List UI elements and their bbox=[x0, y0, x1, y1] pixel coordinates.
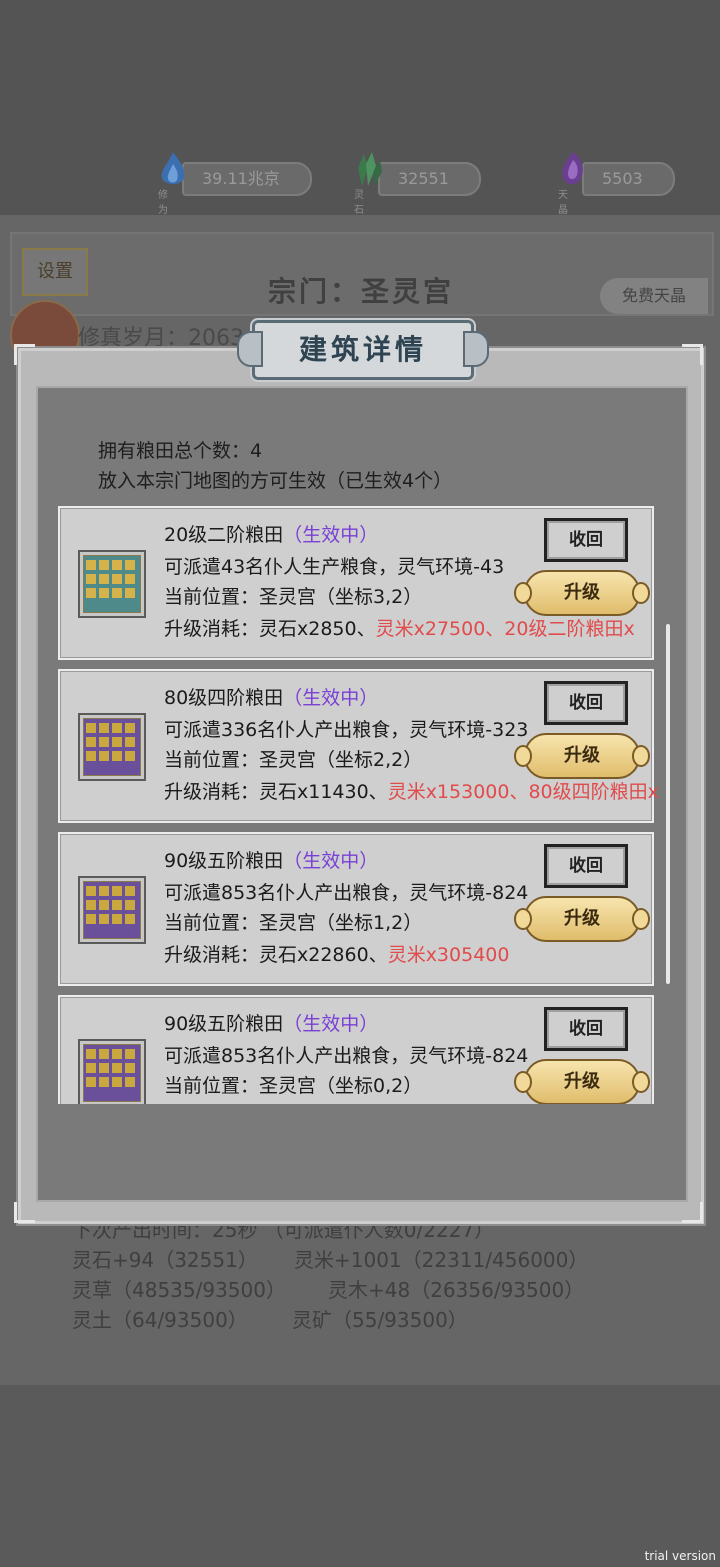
cost-stone: 升级消耗：灵石x2850、 bbox=[164, 618, 376, 640]
field-status: （生效中） bbox=[283, 1013, 379, 1035]
stat-wood: 灵木+48（26356/93500） bbox=[328, 1278, 585, 1302]
cost-insufficient: 灵米x305400 bbox=[387, 944, 510, 966]
field-status: （生效中） bbox=[283, 524, 379, 546]
list-scrollbar[interactable] bbox=[666, 624, 670, 984]
field-name: 90级五阶粮田 bbox=[164, 1013, 284, 1035]
field-status: （生效中） bbox=[283, 850, 379, 872]
resource-value: 5503 bbox=[582, 162, 675, 196]
field-status: （生效中） bbox=[283, 687, 379, 709]
upgrade-button[interactable]: 升级 bbox=[514, 733, 650, 779]
sky-crystal-icon bbox=[562, 152, 583, 185]
cultivation-flame-icon bbox=[161, 152, 185, 184]
modal-corner bbox=[14, 1202, 35, 1223]
field-title: 80级四阶粮田（生效中） bbox=[164, 685, 378, 711]
recall-button[interactable]: 收回 bbox=[544, 518, 628, 562]
recall-button[interactable]: 收回 bbox=[544, 1007, 628, 1051]
resource-caption: 修为 bbox=[158, 190, 168, 216]
field-title: 90级五阶粮田（生效中） bbox=[164, 1011, 378, 1037]
field-description: 可派遣43名仆人生产粮食，灵气环境-43 bbox=[164, 556, 505, 578]
resource-caption: 天晶 bbox=[558, 190, 568, 216]
sect-title: 宗门：圣灵宫 bbox=[268, 275, 455, 308]
field-description: 可派遣336名仆人产出粮食，灵气环境-323 bbox=[164, 719, 529, 741]
field-title: 20级二阶粮田（生效中） bbox=[164, 522, 378, 548]
field-summary: 拥有粮田总个数：4 放入本宗门地图的方可生效（已生效4个） bbox=[98, 436, 452, 496]
field-location: 当前位置：圣灵宫（坐标0,2） bbox=[164, 1075, 423, 1097]
stat-herb: 灵草（48535/93500） bbox=[72, 1278, 286, 1302]
cost-insufficient: 灵米x27500、20级二阶粮田x bbox=[375, 618, 635, 640]
field-count: 拥有粮田总个数：4 bbox=[98, 440, 263, 462]
grain-field-icon bbox=[78, 876, 146, 944]
bottom-area bbox=[0, 1385, 720, 1567]
field-upgrade-cost: 升级消耗：灵石x2850、灵米x27500、20级二阶粮田x bbox=[164, 616, 635, 642]
field-upgrade-cost: 升级消耗：灵石x11430、灵米x153000、80级四阶粮田x bbox=[164, 779, 658, 805]
upgrade-button[interactable]: 升级 bbox=[514, 1059, 650, 1104]
trial-watermark: trial version bbox=[644, 1549, 716, 1563]
field-card: 90级五阶粮田（生效中） 可派遣853名仆人产出粮食，灵气环境-824 当前位置… bbox=[58, 995, 654, 1104]
cost-stone: 升级消耗：灵石x11430、 bbox=[164, 781, 388, 803]
resource-value: 39.11兆京 bbox=[182, 162, 312, 196]
upgrade-button[interactable]: 升级 bbox=[514, 570, 650, 616]
stat-soil: 灵土（64/93500） bbox=[72, 1308, 248, 1332]
stat-rice: 灵米+1001（22311/456000） bbox=[294, 1248, 589, 1272]
cost-stone: 升级消耗：灵石x22860、 bbox=[164, 944, 388, 966]
field-location: 当前位置：圣灵宫（坐标3,2） bbox=[164, 586, 423, 608]
spirit-stone-icon bbox=[358, 152, 382, 186]
field-name: 90级五阶粮田 bbox=[164, 850, 284, 872]
sect-stats: 下次产出时间：25秒 （可派遣仆人数0/2227） 灵石+94（32551） 灵… bbox=[72, 1215, 692, 1335]
field-name: 80级四阶粮田 bbox=[164, 687, 284, 709]
field-title: 90级五阶粮田（生效中） bbox=[164, 848, 378, 874]
field-card: 90级五阶粮田（生效中） 可派遣853名仆人产出粮食，灵气环境-824 当前位置… bbox=[58, 832, 654, 986]
field-description: 可派遣853名仆人产出粮食，灵气环境-824 bbox=[164, 1045, 529, 1067]
grain-field-icon bbox=[78, 1039, 146, 1104]
field-upgrade-cost: 升级消耗：灵石x22860、灵米x305400 bbox=[164, 942, 509, 968]
field-name: 20级二阶粮田 bbox=[164, 524, 284, 546]
stat-ore: 灵矿（55/93500） bbox=[292, 1308, 468, 1332]
field-description: 可派遣853名仆人产出粮食，灵气环境-824 bbox=[164, 882, 529, 904]
modal-corner bbox=[14, 344, 35, 365]
field-card: 80级四阶粮田（生效中） 可派遣336名仆人产出粮食，灵气环境-323 当前位置… bbox=[58, 669, 658, 823]
resource-value: 32551 bbox=[378, 162, 481, 196]
modal-corner bbox=[682, 1202, 703, 1223]
resource-caption: 灵石 bbox=[354, 190, 364, 216]
stat-stone: 灵石+94（32551） bbox=[72, 1248, 258, 1272]
field-location: 当前位置：圣灵宫（坐标2,2） bbox=[164, 749, 423, 771]
settings-button[interactable]: 设置 bbox=[22, 248, 88, 296]
free-crystal-button[interactable]: 免费天晶 bbox=[600, 278, 708, 314]
recall-button[interactable]: 收回 bbox=[544, 681, 628, 725]
grain-field-icon bbox=[78, 713, 146, 781]
modal-title: 建筑详情 bbox=[298, 333, 427, 366]
cost-insufficient: 灵米x153000、80级四阶粮田x bbox=[387, 781, 658, 803]
upgrade-button[interactable]: 升级 bbox=[514, 896, 650, 942]
modal-corner bbox=[682, 344, 703, 365]
modal-title-plate: 建筑详情 bbox=[237, 320, 489, 380]
recall-button[interactable]: 收回 bbox=[544, 844, 628, 888]
field-effect-note: 放入本宗门地图的方可生效（已生效4个） bbox=[98, 470, 453, 492]
field-card: 20级二阶粮田（生效中） 可派遣43名仆人生产粮食，灵气环境-43 当前位置：圣… bbox=[58, 506, 654, 660]
field-list[interactable]: 20级二阶粮田（生效中） 可派遣43名仆人生产粮食，灵气环境-43 当前位置：圣… bbox=[58, 506, 658, 1104]
grain-field-icon bbox=[78, 550, 146, 618]
field-location: 当前位置：圣灵宫（坐标1,2） bbox=[164, 912, 423, 934]
